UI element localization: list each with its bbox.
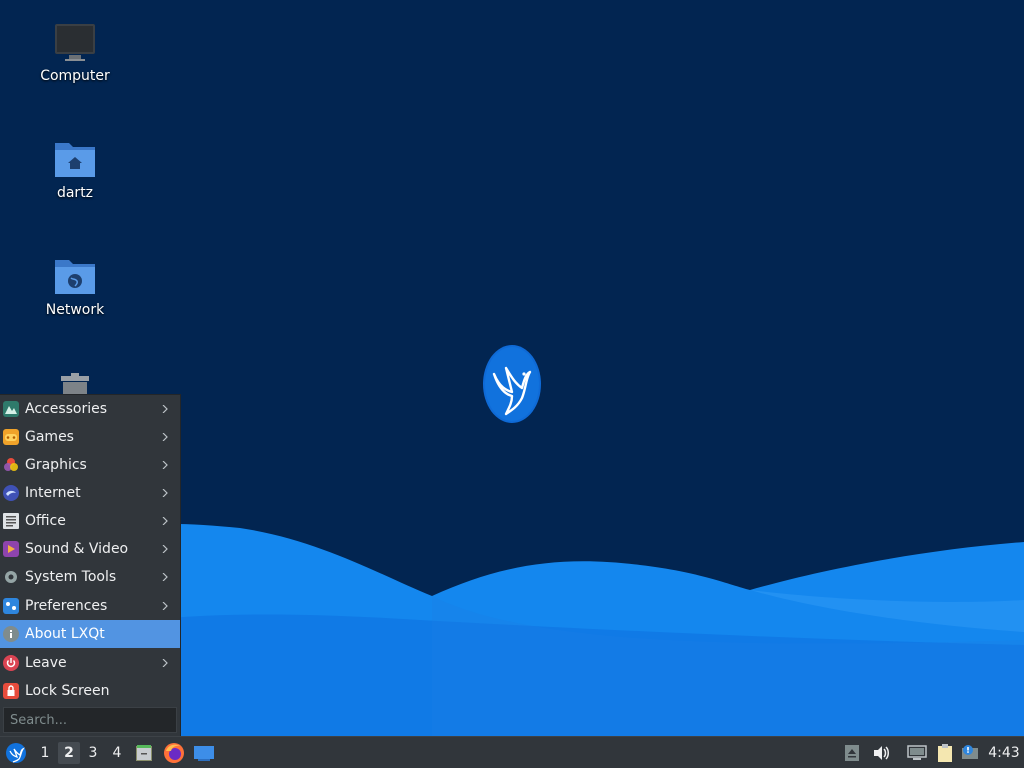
menu-item-leave[interactable]: Leave	[0, 649, 180, 677]
menu-item-label: System Tools	[25, 569, 117, 585]
chevron-right-icon	[162, 659, 168, 667]
info-icon	[3, 626, 19, 642]
menu-item-accessories[interactable]: Accessories	[0, 395, 180, 423]
clock[interactable]: 4:43	[986, 737, 1022, 768]
menu-item-label: Internet	[25, 485, 81, 501]
menu-item-label: About LXQt	[25, 626, 105, 642]
menu-item-label: Office	[25, 513, 66, 529]
office-icon	[3, 513, 19, 529]
desktop-icon-label: dartz	[56, 185, 94, 201]
tray-eject[interactable]	[842, 737, 862, 768]
eject-icon	[845, 744, 859, 761]
games-icon	[3, 429, 19, 445]
desktop[interactable]: Computer dartz Network Accessories Games…	[0, 0, 1024, 736]
menu-item-label: Accessories	[25, 401, 108, 417]
internet-icon	[3, 485, 19, 501]
power-icon	[3, 655, 19, 671]
chevron-right-icon	[162, 573, 168, 581]
menu-item-label: Games	[25, 429, 74, 445]
tray-network[interactable]	[906, 737, 928, 768]
tray-volume[interactable]	[870, 737, 892, 768]
computer-icon	[53, 22, 97, 62]
accessories-icon	[3, 401, 19, 417]
menu-item-system-tools[interactable]: System Tools	[0, 563, 180, 591]
desktop-switch-2[interactable]: 2	[58, 742, 80, 764]
main-menu-button[interactable]	[3, 737, 29, 768]
menu-item-label: Sound & Video	[25, 541, 129, 557]
show-desktop-icon	[194, 745, 214, 761]
network-tray-icon	[907, 744, 927, 760]
menu-item-lock-screen[interactable]: Lock Screen	[0, 677, 180, 705]
desktop-icon-network[interactable]: Network	[25, 256, 125, 318]
desktop-icon-computer[interactable]: Computer	[25, 22, 125, 84]
preferences-icon	[3, 598, 19, 614]
desktop-icon-label: Network	[45, 302, 105, 318]
tray-clipboard[interactable]	[934, 737, 956, 768]
lxqt-menu-icon	[6, 742, 26, 763]
system-tools-icon	[3, 569, 19, 585]
chevron-right-icon	[162, 461, 168, 469]
chevron-right-icon	[162, 433, 168, 441]
update-notifier-icon	[962, 744, 978, 759]
menu-item-internet[interactable]: Internet	[0, 479, 180, 507]
file-manager-icon	[136, 744, 152, 761]
menu-item-preferences[interactable]: Preferences	[0, 592, 180, 620]
chevron-right-icon	[162, 602, 168, 610]
launcher-file-manager[interactable]	[132, 737, 156, 768]
chevron-right-icon	[162, 545, 168, 553]
menu-item-label: Graphics	[25, 457, 87, 473]
menu-item-label: Preferences	[25, 598, 108, 614]
chevron-right-icon	[162, 405, 168, 413]
show-desktop-button[interactable]	[192, 737, 216, 768]
menu-item-graphics[interactable]: Graphics	[0, 451, 180, 479]
launcher-firefox[interactable]	[162, 737, 186, 768]
desktop-icon-home[interactable]: dartz	[25, 139, 125, 201]
desktop-switch-4[interactable]: 4	[106, 737, 128, 768]
desktop-switch-1[interactable]: 1	[34, 737, 56, 768]
lxqt-bird-logo	[483, 345, 541, 423]
menu-item-sound-video[interactable]: Sound & Video	[0, 535, 180, 563]
home-folder-icon	[53, 139, 97, 179]
chevron-right-icon	[162, 489, 168, 497]
graphics-icon	[3, 457, 19, 473]
clipboard-icon	[938, 743, 952, 762]
menu-item-label: Lock Screen	[25, 683, 110, 699]
menu-search-input[interactable]	[3, 707, 177, 733]
menu-item-about-lxqt[interactable]: About LXQt	[0, 620, 180, 648]
menu-item-office[interactable]: Office	[0, 507, 180, 535]
start-menu: Accessories Games Graphics Internet Offi…	[0, 394, 181, 736]
desktop-icon-label: Computer	[40, 68, 110, 84]
network-folder-icon	[53, 256, 97, 296]
lock-icon	[3, 683, 19, 699]
desktop-switch-3[interactable]: 3	[82, 737, 104, 768]
menu-item-games[interactable]: Games	[0, 423, 180, 451]
menu-item-label: Leave	[25, 655, 67, 671]
taskbar: 1 2 3 4 4:43	[0, 736, 1024, 768]
tray-update-notifier[interactable]	[960, 737, 982, 768]
firefox-icon	[164, 742, 184, 763]
chevron-right-icon	[162, 517, 168, 525]
sound-video-icon	[3, 541, 19, 557]
volume-icon	[874, 745, 889, 760]
